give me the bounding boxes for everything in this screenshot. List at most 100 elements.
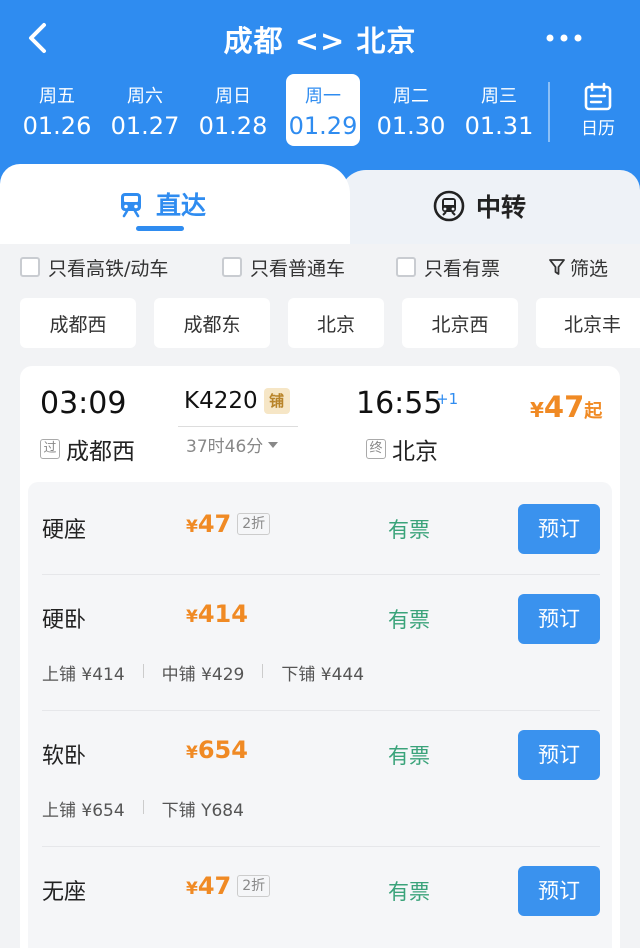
date-item[interactable]: 周三 01.31 — [462, 74, 536, 146]
book-button[interactable]: 预订 — [518, 866, 600, 916]
date-value: 01.28 — [198, 112, 268, 140]
seat-price: ¥414 — [186, 600, 248, 628]
berth-badge: 铺 — [263, 388, 290, 414]
tab-transfer[interactable]: 中转 — [340, 170, 640, 244]
filter-normal-train[interactable]: 只看普通车 — [222, 250, 345, 284]
station-chip[interactable]: 成都西 — [20, 298, 136, 348]
date-item[interactable]: 周五 01.26 — [20, 74, 94, 146]
departure-station-name: 成都西 — [66, 439, 135, 465]
separator — [142, 664, 144, 678]
departure-time: 03:09 — [40, 386, 127, 421]
seat-price: ¥47 2折 — [186, 510, 271, 538]
checkbox[interactable] — [20, 257, 40, 277]
station-chip[interactable]: 北京 — [288, 298, 384, 348]
route-type-tabs: 中转 直达 — [0, 164, 640, 244]
station-filter-chips: 成都西 成都东 北京 北京西 北京丰 — [0, 298, 640, 348]
date-value: 01.26 — [22, 112, 92, 140]
currency-symbol: ¥ — [186, 879, 198, 899]
duration-line — [178, 426, 298, 427]
date-weekday: 周二 — [393, 86, 429, 107]
tab-direct-label: 直达 — [156, 191, 207, 220]
top-bar: 成都 <> 北京 — [0, 0, 640, 74]
date-weekday: 周五 — [39, 86, 75, 107]
date-value: 01.29 — [288, 112, 358, 140]
station-chip[interactable]: 北京西 — [402, 298, 518, 348]
train-card[interactable]: 03:09 过 成都西 K4220 铺 37时46分 16:55 +1 终 北京… — [20, 366, 620, 948]
date-item[interactable]: 周日 01.28 — [196, 74, 270, 146]
currency-symbol: ¥ — [186, 743, 198, 763]
currency-symbol: ¥ — [530, 398, 544, 422]
date-selector: 周五 01.26 周六 01.27 周日 01.28 周一 01.29 周二 0… — [0, 74, 640, 158]
date-value: 01.31 — [464, 112, 534, 140]
min-price: ¥47起 — [530, 390, 602, 424]
checkbox[interactable] — [396, 257, 416, 277]
seat-price-value: 47 — [197, 510, 232, 538]
tab-active-indicator — [136, 226, 184, 231]
separator — [142, 800, 144, 814]
seat-row: 软卧 ¥654 有票 预订 上铺 ¥654 下铺 Y684 — [28, 710, 612, 846]
arrival-time: 16:55 — [356, 386, 443, 421]
filter-label: 只看高铁/动车 — [48, 257, 169, 280]
more-dots-icon[interactable] — [544, 28, 584, 48]
berth-price: 中铺 ¥429 — [161, 665, 245, 685]
berth-price: 上铺 ¥414 — [42, 665, 125, 685]
seat-price-value: 654 — [197, 736, 248, 764]
station-chip[interactable]: 北京丰 — [536, 298, 640, 348]
berth-price: 下铺 ¥444 — [281, 665, 365, 685]
terminal-tag: 终 — [366, 439, 386, 459]
seat-row: 硬座 ¥47 2折 有票 预订 — [28, 482, 612, 574]
berth-prices: 上铺 ¥654 下铺 Y684 — [42, 796, 244, 821]
seat-price-value: 414 — [197, 600, 248, 628]
arrival-station-name: 北京 — [392, 439, 438, 465]
date-item[interactable]: 周二 01.30 — [374, 74, 448, 146]
book-button[interactable]: 预订 — [518, 730, 600, 780]
seat-type: 硬卧 — [42, 608, 87, 633]
tab-transfer-label: 中转 — [476, 193, 527, 222]
ticket-status: 有票 — [388, 518, 430, 542]
filter-high-speed[interactable]: 只看高铁/动车 — [20, 250, 168, 284]
train-number: K4220 铺 — [184, 388, 290, 414]
min-price-value: 47 — [543, 390, 585, 424]
date-weekday: 周日 — [215, 86, 251, 107]
filter-bar: 只看高铁/动车 只看普通车 只看有票 筛选 — [0, 250, 640, 284]
ticket-status: 有票 — [388, 608, 430, 632]
train-number-text: K4220 — [184, 388, 258, 414]
seat-type: 硬座 — [42, 518, 87, 543]
berth-prices: 上铺 ¥414 中铺 ¥429 下铺 ¥444 — [42, 660, 364, 685]
tab-direct[interactable]: 直达 — [0, 164, 350, 244]
currency-symbol: ¥ — [186, 517, 198, 537]
seat-list: 硬座 ¥47 2折 有票 预订 硬卧 ¥414 有票 预订 上铺 ¥414 中铺… — [28, 482, 612, 948]
ticket-status: 有票 — [388, 744, 430, 768]
checkbox[interactable] — [222, 257, 242, 277]
ticket-status: 有票 — [388, 880, 430, 904]
calendar-label: 日历 — [581, 119, 615, 139]
book-button[interactable]: 预订 — [518, 504, 600, 554]
berth-price: 下铺 Y684 — [161, 801, 244, 821]
currency-symbol: ¥ — [186, 607, 198, 627]
arrival-station: 终 北京 — [366, 432, 438, 466]
date-divider — [548, 82, 550, 142]
date-weekday: 周六 — [127, 86, 163, 107]
date-item-selected[interactable]: 周一 01.29 — [286, 74, 360, 146]
caret-down-icon — [268, 441, 279, 448]
seat-price: ¥47 2折 — [186, 872, 271, 900]
next-day-indicator: +1 — [436, 390, 459, 408]
duration-text: 37时46分 — [186, 437, 264, 457]
station-chip[interactable]: 成都东 — [154, 298, 270, 348]
transfer-train-icon — [433, 190, 465, 222]
seat-price-value: 47 — [197, 872, 232, 900]
filter-button-label: 筛选 — [570, 257, 609, 280]
filter-label: 只看普通车 — [250, 257, 346, 280]
date-value: 01.30 — [376, 112, 446, 140]
separator — [262, 664, 264, 678]
calendar-button[interactable]: 日历 — [566, 78, 630, 148]
book-button[interactable]: 预订 — [518, 594, 600, 644]
seat-row: 无座 ¥47 2折 有票 预订 — [28, 846, 612, 948]
filter-available-only[interactable]: 只看有票 — [396, 250, 500, 284]
seat-row: 硬卧 ¥414 有票 预订 上铺 ¥414 中铺 ¥429 下铺 ¥444 — [28, 574, 612, 710]
date-item[interactable]: 周六 01.27 — [108, 74, 182, 146]
duration-toggle[interactable]: 37时46分 — [186, 432, 279, 457]
filter-label: 只看有票 — [424, 257, 501, 280]
berth-price: 上铺 ¥654 — [42, 801, 125, 821]
filter-button[interactable]: 筛选 — [548, 250, 608, 284]
